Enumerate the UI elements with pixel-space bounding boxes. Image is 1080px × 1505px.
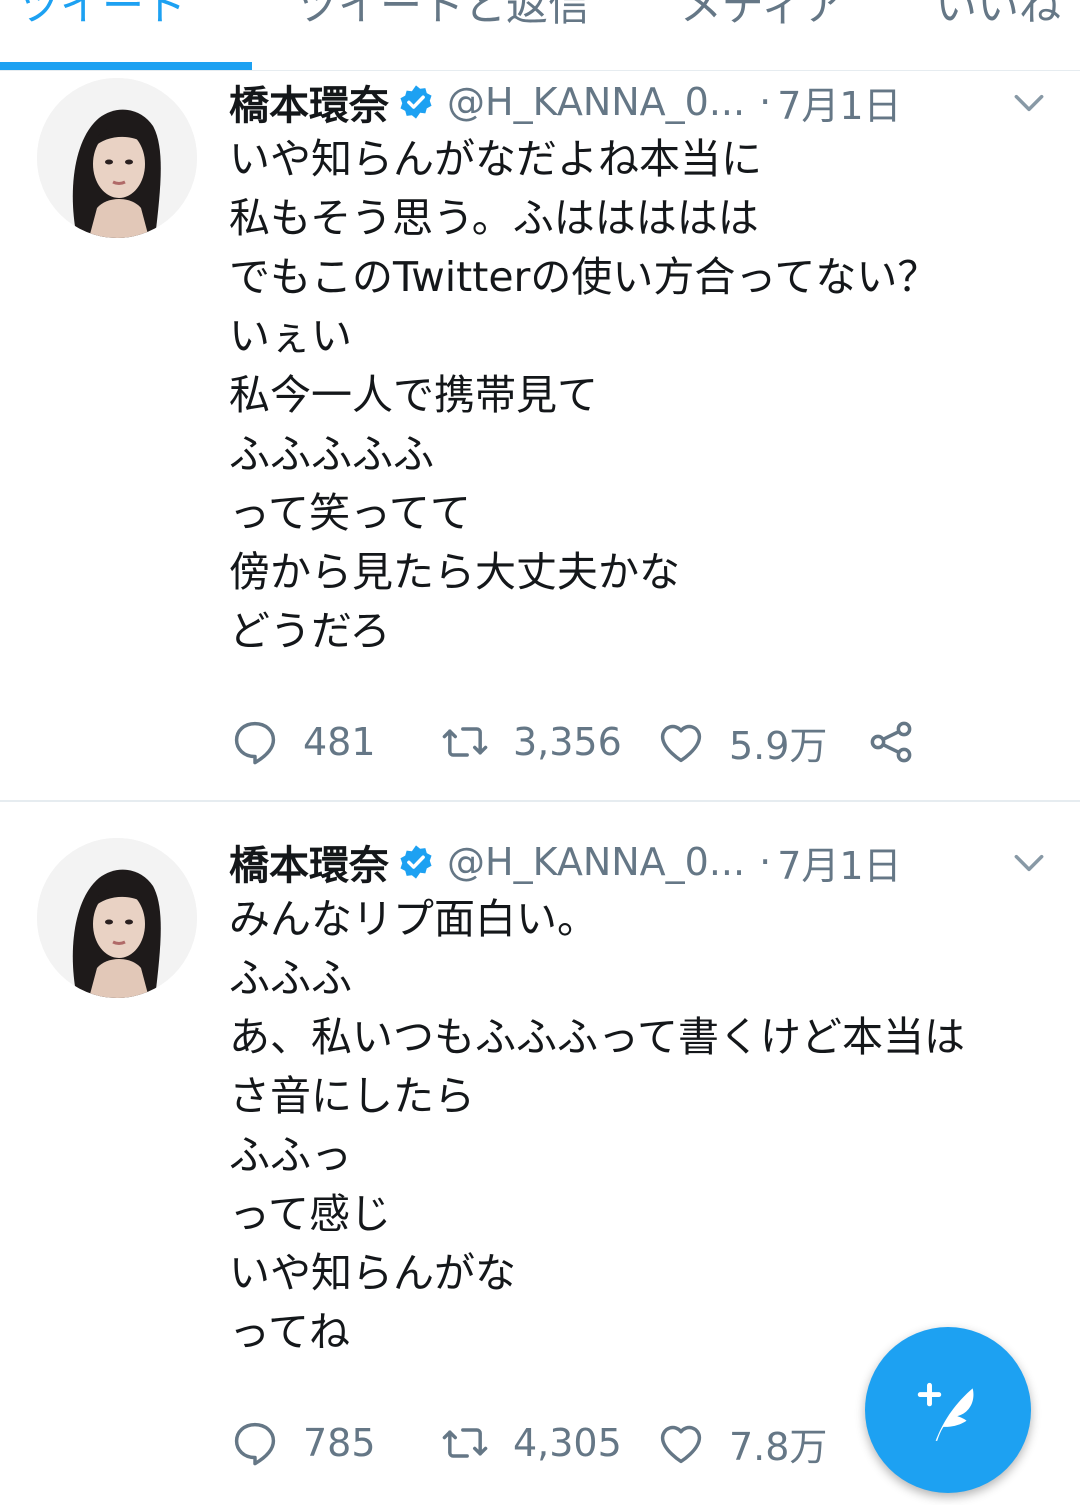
tweet-line: どうだろ xyxy=(229,607,391,655)
tweet-header: 橋本環奈 @H_KANNA_0... · 7月1日 xyxy=(229,832,902,892)
tweet-line: って感じ xyxy=(229,1190,391,1238)
tweet-date[interactable]: 7月1日 xyxy=(777,75,901,130)
tweet-line: 私今一人で携帯見て xyxy=(229,371,598,419)
like-button[interactable]: 7.8万 xyxy=(655,1413,827,1473)
tweet-line: いや知らんがなだよね本当に xyxy=(229,135,762,183)
retweet-icon xyxy=(442,727,488,757)
user-handle[interactable]: @H_KANNA_0... xyxy=(447,840,745,884)
compose-tweet-icon xyxy=(917,1382,974,1441)
tweet-line: ふふふふふ xyxy=(229,430,434,478)
reply-button[interactable]: 785 xyxy=(229,1413,376,1473)
tweet-line: みんなリプ面白い。 xyxy=(229,895,598,943)
tweet-divider xyxy=(0,800,1080,802)
tweet-line: 傍から見たら大丈夫かな xyxy=(229,548,680,596)
like-count: 5.9万 xyxy=(729,723,828,768)
display-name[interactable]: 橋本環奈 xyxy=(229,73,389,131)
separator-dot: · xyxy=(759,840,772,884)
tweet-line: って笑ってて xyxy=(229,489,471,537)
tweet-header: 橋本環奈 @H_KANNA_0... · 7月1日 xyxy=(229,72,902,132)
tab-media[interactable]: メディア xyxy=(680,0,845,33)
reply-button[interactable]: 481 xyxy=(229,712,376,772)
tweet-line: いぇい xyxy=(229,312,352,360)
retweet-button[interactable]: 4,305 xyxy=(439,1413,622,1473)
tweet-line: さ音にしたら xyxy=(229,1072,475,1120)
tab-likes[interactable]: いいね xyxy=(935,0,1061,33)
retweet-count: 4,305 xyxy=(513,1421,622,1465)
like-count: 7.8万 xyxy=(729,1424,828,1469)
tab-tweets[interactable]: ツイート xyxy=(18,0,186,33)
reply-count: 481 xyxy=(303,720,376,764)
display-name[interactable]: 橋本環奈 xyxy=(229,833,389,891)
separator-dot: · xyxy=(759,80,772,124)
chevron-down-icon[interactable] xyxy=(1010,84,1048,122)
reply-count: 785 xyxy=(303,1421,376,1465)
tweet-line: ってね xyxy=(229,1308,350,1356)
profile-tabs: ツイート ツイートと返信 メディア いいね xyxy=(0,0,1080,71)
tweet-date[interactable]: 7月1日 xyxy=(777,835,901,890)
share-icon xyxy=(870,721,912,763)
retweet-icon xyxy=(442,1428,488,1458)
tweet-line: 私もそう思う。ふははははは xyxy=(229,194,759,242)
tweet-line: ふふっ xyxy=(229,1131,352,1179)
user-handle[interactable]: @H_KANNA_0... xyxy=(447,80,745,124)
tweet-line: いや知らんがな xyxy=(229,1249,516,1297)
verified-badge-icon xyxy=(397,83,435,121)
like-button[interactable]: 5.9万 xyxy=(655,712,827,772)
tweet-line: あ、私いつもふふふって書くけど本当は xyxy=(229,1013,965,1061)
tweet-text: みんなリプ面白い。 ふふふ あ、私いつもふふふって書くけど本当は さ音にしたら … xyxy=(229,890,965,1362)
tweet-line: ふふふ xyxy=(229,954,352,1002)
retweet-button[interactable]: 3,356 xyxy=(439,712,622,772)
avatar[interactable] xyxy=(37,838,197,998)
tweet-actions: 481 3,356 5.9万 xyxy=(229,712,949,772)
compose-tweet-button[interactable] xyxy=(865,1327,1031,1493)
tweet-actions: 785 4,305 7.8万 xyxy=(229,1413,949,1473)
share-button[interactable] xyxy=(865,712,917,772)
reply-icon xyxy=(234,1422,276,1466)
heart-icon xyxy=(660,724,702,763)
verified-badge-icon xyxy=(397,843,435,881)
avatar[interactable] xyxy=(37,78,197,238)
active-tab-indicator xyxy=(0,62,252,70)
tab-tweets-and-replies[interactable]: ツイートと返信 xyxy=(296,0,590,33)
tweet-text: いや知らんがなだよね本当に 私もそう思う。ふははははは でもこのTwitterの… xyxy=(229,130,938,661)
tweet-line: でもこのTwitterの使い方合ってない？ xyxy=(229,253,939,301)
retweet-count: 3,356 xyxy=(513,720,622,764)
chevron-down-icon[interactable] xyxy=(1010,844,1048,882)
reply-icon xyxy=(234,721,276,765)
tweet[interactable]: 橋本環奈 @H_KANNA_0... · 7月1日 いや知らんがなだよね本当に … xyxy=(0,72,1080,800)
heart-icon xyxy=(660,1425,702,1464)
